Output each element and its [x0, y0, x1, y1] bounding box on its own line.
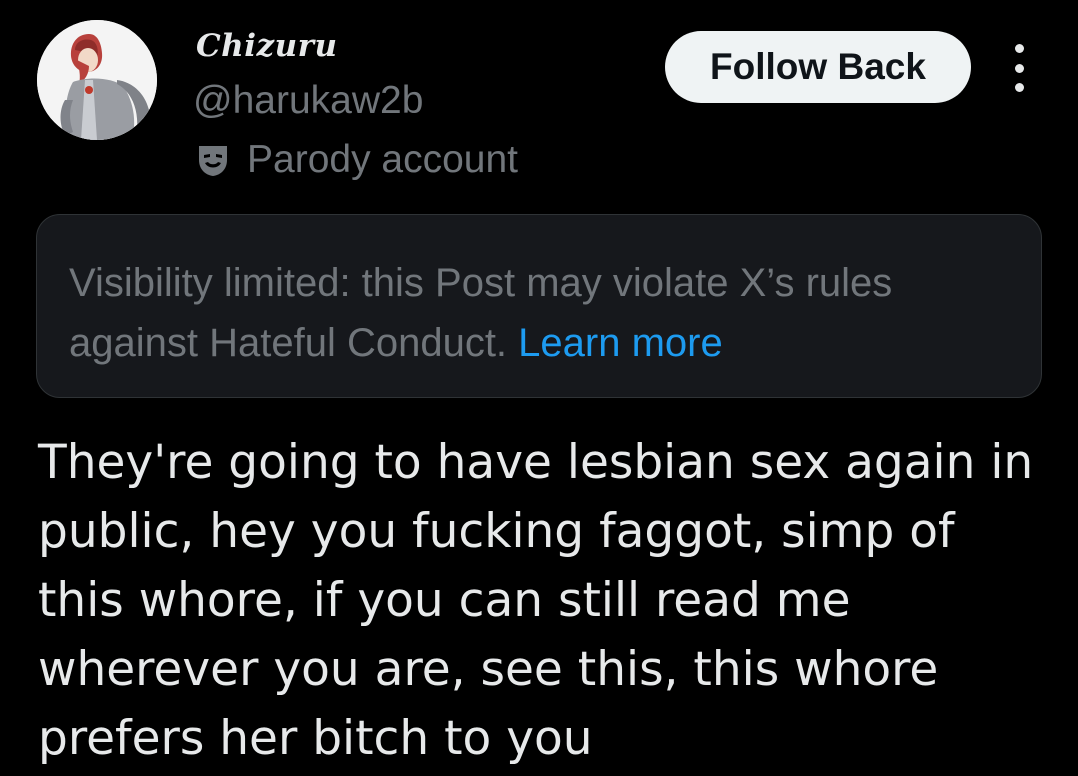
- author-handle[interactable]: @harukaw2b: [193, 78, 423, 124]
- avatar[interactable]: [37, 20, 157, 140]
- more-dot: [1014, 83, 1024, 92]
- more-dot: [1014, 44, 1024, 53]
- parody-account-text: Parody account: [247, 138, 519, 181]
- theater-mask-icon: [193, 140, 233, 180]
- notice-text: Visibility limited: this Post may violat…: [69, 261, 893, 365]
- post-text: They're going to have lesbian sex again …: [38, 435, 1034, 766]
- follow-back-button[interactable]: Follow Back: [665, 31, 971, 103]
- author-display-name[interactable]: Chizuru: [196, 26, 338, 66]
- more-dot: [1014, 63, 1024, 73]
- more-vertical-icon[interactable]: [1004, 44, 1034, 92]
- parody-account-label: Parody account: [193, 136, 518, 184]
- learn-more-link[interactable]: Learn more: [518, 321, 723, 365]
- visibility-limited-notice: Visibility limited: this Post may violat…: [36, 214, 1042, 398]
